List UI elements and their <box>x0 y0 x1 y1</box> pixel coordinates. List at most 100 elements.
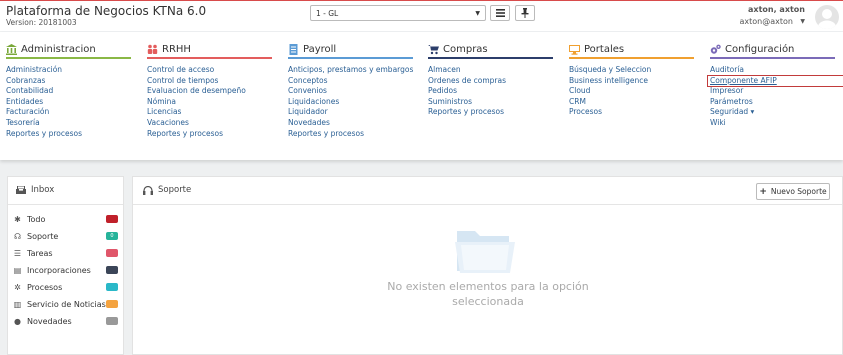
gear-icon: ✲ <box>14 282 21 292</box>
menu-item-convenios[interactable]: Convenios <box>288 86 413 97</box>
list-icon <box>495 9 505 17</box>
menu-item-crm[interactable]: CRM <box>569 97 694 108</box>
menu-item-reportes-administracion[interactable]: Reportes y procesos <box>6 129 131 140</box>
asterisk-icon: ✱ <box>14 214 21 224</box>
menu-column-administracion: Administracion Administración Cobranzas … <box>6 42 131 139</box>
menu-item-procesos-portales[interactable]: Procesos <box>569 107 694 118</box>
menu-header-administracion: Administracion <box>6 42 131 59</box>
menu-item-control-acceso[interactable]: Control de acceso <box>147 65 272 76</box>
headset-icon <box>143 185 153 195</box>
inbox-badge-novedades <box>106 317 118 325</box>
menu-item-liquidador[interactable]: Liquidador <box>288 107 413 118</box>
inbox-tray-icon <box>16 186 26 194</box>
menu-item-componente-afip[interactable]: Componente AFIP <box>707 74 843 88</box>
inbox-item-label: Soporte <box>27 231 59 241</box>
inbox-item-label: Tareas <box>27 248 53 258</box>
chevron-down-icon: ▼ <box>475 10 480 17</box>
company-select[interactable]: 1 - GL ▼ <box>310 5 486 21</box>
menu-item-conceptos[interactable]: Conceptos <box>288 76 413 87</box>
inbox-badge-todo <box>106 215 118 223</box>
menu-item-vacaciones[interactable]: Vacaciones <box>147 118 272 129</box>
new-support-button[interactable]: + Nuevo Soporte <box>756 183 830 200</box>
menu-title-configuracion: Configuración <box>725 44 795 55</box>
menu-item-impresor[interactable]: Impresor <box>710 86 835 97</box>
menu-item-entidades[interactable]: Entidades <box>6 97 131 108</box>
menu-item-contabilidad[interactable]: Contabilidad <box>6 86 131 97</box>
menu-column-compras: Compras Almacen Ordenes de compras Pedid… <box>428 42 553 118</box>
menu-item-seguridad[interactable]: Seguridad ▾ <box>710 107 835 118</box>
menu-item-administracion[interactable]: Administración <box>6 65 131 76</box>
menu-title-administracion: Administracion <box>21 44 96 55</box>
menu-item-liquidaciones[interactable]: Liquidaciones <box>288 97 413 108</box>
menu-item-novedades[interactable]: Novedades <box>288 118 413 129</box>
support-header: Soporte <box>143 185 191 195</box>
avatar[interactable] <box>815 5 839 29</box>
document-icon <box>288 44 299 55</box>
menu-header-portales: Portales <box>569 42 694 59</box>
menu-item-facturacion[interactable]: Facturación <box>6 107 131 118</box>
inbox-badge-soporte: 0 <box>106 232 118 240</box>
inbox-item-soporte[interactable]: ☊ Soporte 0 <box>13 230 121 242</box>
menu-title-payroll: Payroll <box>303 44 337 55</box>
cart-icon <box>428 44 439 55</box>
menu-column-payroll: Payroll Anticipos, prestamos y embargos … <box>288 42 413 139</box>
user-menu-caret-icon[interactable]: ▼ <box>800 18 805 25</box>
app-header: Plataforma de Negocios KTNa 6.0 Version:… <box>0 1 843 31</box>
menu-item-cobranzas[interactable]: Cobranzas <box>6 76 131 87</box>
menu-item-wiki[interactable]: Wiki <box>710 118 835 129</box>
menu-item-parametros[interactable]: Parámetros <box>710 97 835 108</box>
support-title: Soporte <box>158 185 192 195</box>
menu-item-cloud[interactable]: Cloud <box>569 86 694 97</box>
inbox-item-incorporaciones[interactable]: ▤ Incorporaciones <box>13 264 121 276</box>
menu-item-licencias[interactable]: Licencias <box>147 107 272 118</box>
inbox-header: Inbox <box>16 185 54 195</box>
menu-item-reportes-payroll[interactable]: Reportes y procesos <box>288 129 413 140</box>
user-name: axton, axton <box>748 5 805 14</box>
inbox-item-todo[interactable]: ✱ Todo <box>13 213 121 225</box>
menu-item-suministros[interactable]: Suministros <box>428 97 553 108</box>
menu-column-rrhh: RRHH Control de acceso Control de tiempo… <box>147 42 272 139</box>
inbox-item-tareas[interactable]: ☰ Tareas <box>13 247 121 259</box>
menu-header-configuracion: Configuración <box>710 42 835 59</box>
inbox-badge-procesos <box>106 283 118 291</box>
menu-title-rrhh: RRHH <box>162 44 191 55</box>
menu-item-reportes-compras[interactable]: Reportes y procesos <box>428 107 553 118</box>
menu-column-configuracion: Configuración Auditoría Componente AFIP … <box>707 42 843 129</box>
menu-title-compras: Compras <box>443 44 488 55</box>
inbox-badge-incorporaciones <box>106 266 118 274</box>
inbox-item-novedades[interactable]: ● Novedades <box>13 315 121 327</box>
bank-icon <box>6 44 17 55</box>
menu-item-reportes-rrhh[interactable]: Reportes y procesos <box>147 129 272 140</box>
divider <box>133 204 842 205</box>
menu-header-rrhh: RRHH <box>147 42 272 59</box>
inbox-item-procesos[interactable]: ✲ Procesos <box>13 281 121 293</box>
empty-state-message: No existen elementos para la opción sele… <box>387 280 589 308</box>
plus-icon: + <box>759 186 767 197</box>
inbox-item-servicio-noticias[interactable]: ▥ Servicio de Noticias <box>13 298 121 310</box>
menu-item-control-tiempos[interactable]: Control de tiempos <box>147 76 272 87</box>
inbox-badge-tareas <box>106 249 118 257</box>
menu-item-pedidos[interactable]: Pedidos <box>428 86 553 97</box>
inbox-item-label: Procesos <box>27 282 63 292</box>
menu-item-busqueda-seleccion[interactable]: Búsqueda y Seleccion <box>569 65 694 76</box>
support-panel: Soporte + Nuevo Soporte No existen eleme… <box>132 176 843 355</box>
menu-item-auditoria[interactable]: Auditoría <box>710 65 835 76</box>
pin-button[interactable] <box>515 5 535 21</box>
list-button[interactable] <box>490 5 510 21</box>
menu-item-anticipos[interactable]: Anticipos, prestamos y embargos <box>288 65 413 76</box>
menu-item-evaluacion-desempeno[interactable]: Evaluacion de desempeño <box>147 86 272 97</box>
menu-header-payroll: Payroll <box>288 42 413 59</box>
mega-menu: Administracion Administración Cobranzas … <box>0 32 843 160</box>
inbox-title: Inbox <box>31 185 55 195</box>
inbox-item-label: Novedades <box>27 316 72 326</box>
menu-item-ordenes-compras[interactable]: Ordenes de compras <box>428 76 553 87</box>
monitor-icon <box>569 44 580 55</box>
tasks-icon: ☰ <box>13 248 22 258</box>
menu-title-portales: Portales <box>584 44 625 55</box>
menu-item-tesoreria[interactable]: Tesorería <box>6 118 131 129</box>
headset-icon: ☊ <box>13 231 22 241</box>
menu-item-almacen[interactable]: Almacen <box>428 65 553 76</box>
menu-item-nomina[interactable]: Nómina <box>147 97 272 108</box>
menu-item-business-intelligence[interactable]: Business intelligence <box>569 76 694 87</box>
user-email[interactable]: axton@axton <box>740 17 793 26</box>
